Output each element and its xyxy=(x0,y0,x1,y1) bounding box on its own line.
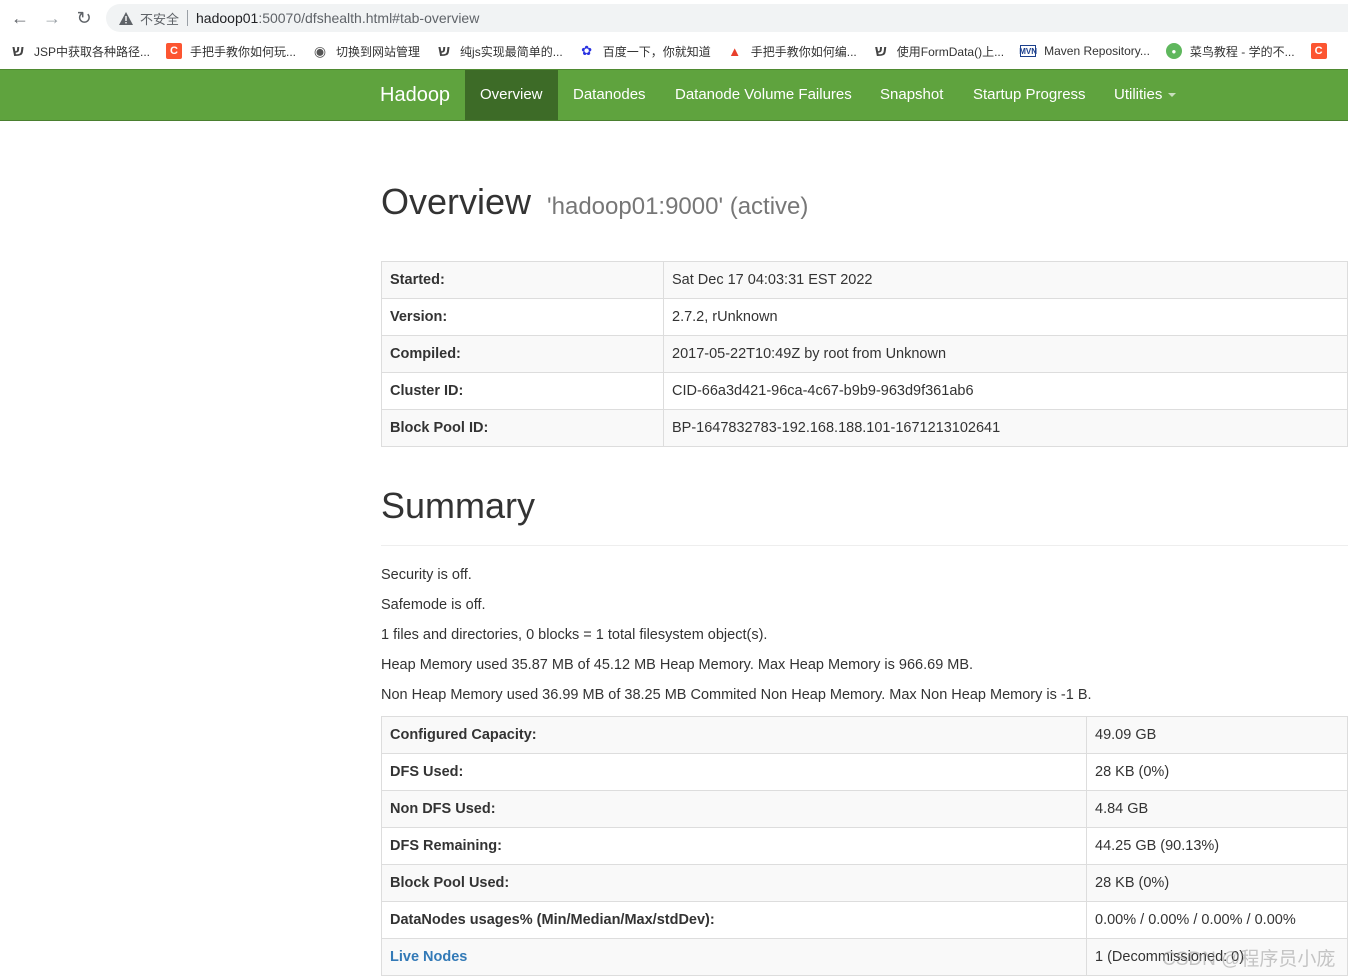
bookmark-label: 百度一下，你就知道 xyxy=(602,44,711,59)
table-row: Non DFS Used: 4.84 GB xyxy=(381,790,1348,828)
row-key: Block Pool ID: xyxy=(381,409,664,447)
row-key: Live Nodes xyxy=(381,938,1087,976)
heap-memory: Heap Memory used 35.87 MB of 45.12 MB He… xyxy=(381,657,974,673)
baidu-icon: ✿ xyxy=(581,43,593,58)
table-row: DataNodes usages% (Min/Median/Max/stdDev… xyxy=(381,901,1348,939)
bookmark-item[interactable]: C xyxy=(1310,43,1335,59)
row-key: Cluster ID: xyxy=(381,372,664,410)
row-key: Compiled: xyxy=(381,335,664,373)
row-key: Non DFS Used: xyxy=(381,790,1087,828)
watermark: CSDN @程序员小庞 xyxy=(1162,949,1336,970)
bookmark-label: Maven Repository... xyxy=(1044,44,1150,58)
tab-snapshot[interactable]: Snapshot xyxy=(865,70,958,120)
table-row: Cluster ID: CID-66a3d421-96ca-4c67-b9b9-9… xyxy=(381,372,1348,410)
csdn-icon: C xyxy=(1310,43,1327,59)
filesystem-objects: 1 files and directories, 0 blocks = 1 to… xyxy=(381,627,768,643)
summary-title: Summary xyxy=(381,485,536,526)
caret-down-icon xyxy=(1168,93,1177,98)
forward-arrow-icon[interactable]: → xyxy=(38,4,66,32)
divider xyxy=(381,545,1348,546)
row-value: 0.00% / 0.00% / 0.00% / 0.00% xyxy=(1086,901,1348,939)
row-value: Sat Dec 17 04:03:31 EST 2022 xyxy=(663,261,1348,299)
brand-logo[interactable]: Hadoop xyxy=(380,70,450,120)
bookmark-label: 手把手教你如何玩... xyxy=(190,44,297,59)
url-host: hadoop01 xyxy=(196,10,259,26)
back-arrow-icon[interactable]: ← xyxy=(6,4,34,32)
row-value: 2.7.2, rUnknown xyxy=(663,298,1348,336)
address-bar[interactable]: 不安全 hadoop01:50070/dfshealth.html#tab-ov… xyxy=(106,4,1348,32)
bookmark-label: 纯js实现最简单的... xyxy=(460,44,563,59)
row-value: 28 KB (0%) xyxy=(1086,753,1348,791)
fire-icon: ▲ xyxy=(728,43,742,59)
warning-icon[interactable] xyxy=(118,10,134,26)
bookmark-label: 切换到网站管理 xyxy=(336,44,421,59)
hadoop-navbar: Hadoop Overview Datanodes Datanode Volum… xyxy=(0,69,1348,121)
tab-datanodes[interactable]: Datanodes xyxy=(558,70,661,120)
bookmark-item[interactable]: ✿ 百度一下，你就知道 xyxy=(579,43,711,60)
security-status: Security is off. xyxy=(381,567,472,583)
table-row: DFS Remaining: 44.25 GB (90.13%) xyxy=(381,827,1348,865)
bookmark-item[interactable]: MVN Maven Repository... xyxy=(1019,44,1150,58)
tab-utilities[interactable]: Utilities xyxy=(1099,70,1191,120)
insecure-label: 不安全 xyxy=(140,11,180,27)
table-row: Configured Capacity: 49.09 GB xyxy=(381,716,1348,754)
browser-toolbar: ← → ↻ 不安全 hadoop01:50070/dfshealth.html#… xyxy=(0,0,1348,36)
tab-startup-progress[interactable]: Startup Progress xyxy=(958,70,1101,120)
bookmark-item[interactable]: ש 使用FormData()上... xyxy=(873,43,1004,60)
bookmark-item[interactable]: ◉ 切换到网站管理 xyxy=(312,43,420,60)
table-row: Block Pool ID: BP-1647832783-192.168.188.… xyxy=(381,409,1348,447)
tab-datanode-volume-failures[interactable]: Datanode Volume Failures xyxy=(660,70,867,120)
reload-icon[interactable]: ↻ xyxy=(70,4,98,32)
row-value: 2017-05-22T10:49Z by root from Unknown xyxy=(663,335,1348,373)
row-value: 4.84 GB xyxy=(1086,790,1348,828)
row-key: Started: xyxy=(381,261,664,299)
table-row: Started: Sat Dec 17 04:03:31 EST 2022 xyxy=(381,261,1348,299)
bookmark-label: 手把手教你如何编... xyxy=(750,44,857,59)
overview-subtitle: 'hadoop01:9000' (active) xyxy=(547,193,809,220)
row-value: BP-1647832783-192.168.188.101-1671213102… xyxy=(663,409,1348,447)
row-key: DFS Used: xyxy=(381,753,1087,791)
summary-table: Configured Capacity: 49.09 GB DFS Used: 28… xyxy=(381,716,1348,976)
bookmark-label: JSP中获取各种路径... xyxy=(34,44,151,59)
runoob-icon: ● xyxy=(1165,43,1182,59)
row-value: 49.09 GB xyxy=(1086,716,1348,754)
divider xyxy=(187,10,189,26)
row-value: 28 KB (0%) xyxy=(1086,864,1348,902)
globe-icon: ◉ xyxy=(313,42,327,59)
row-key: DFS Remaining: xyxy=(381,827,1087,865)
row-value: 44.25 GB (90.13%) xyxy=(1086,827,1348,865)
url-path: :50070/dfshealth.html#tab-overview xyxy=(258,10,480,26)
bookmark-item[interactable]: C 手把手教你如何玩... xyxy=(166,43,296,60)
script-icon: ש xyxy=(874,42,887,60)
bookmark-item[interactable]: ש 纯js实现最简单的... xyxy=(436,43,563,60)
non-heap-memory: Non Heap Memory used 36.99 MB of 38.25 M… xyxy=(381,687,1092,703)
csdn-icon: C xyxy=(166,43,183,59)
row-key: DataNodes usages% (Min/Median/Max/stdDev… xyxy=(381,901,1087,939)
bookmark-label: 使用FormData()上... xyxy=(896,44,1005,59)
bookmark-item[interactable]: ● 菜鸟教程 - 学的不... xyxy=(1165,43,1295,60)
table-row: Compiled: 2017-05-22T10:49Z by root from … xyxy=(381,335,1348,373)
script-icon: ש xyxy=(11,42,25,60)
overview-table: Started: Sat Dec 17 04:03:31 EST 2022 Ver… xyxy=(381,261,1348,447)
mvn-icon: MVN xyxy=(1019,45,1037,57)
row-value: CID-66a3d421-96ca-4c67-b9b9-963d9f361ab6 xyxy=(663,372,1348,410)
tab-overview[interactable]: Overview xyxy=(465,70,558,120)
row-key: Version: xyxy=(381,298,664,336)
bookmark-item[interactable]: ש JSP中获取各种路径... xyxy=(10,43,150,60)
tab-utilities-label: Utilities xyxy=(1114,86,1163,103)
table-row: Version: 2.7.2, rUnknown xyxy=(381,298,1348,336)
safemode-status: Safemode is off. xyxy=(381,597,486,613)
table-row: Block Pool Used: 28 KB (0%) xyxy=(381,864,1348,902)
script-icon: ש xyxy=(438,42,451,60)
overview-title: Overview xyxy=(381,181,532,222)
bookmarks-bar: ש JSP中获取各种路径... C 手把手教你如何玩... ◉ 切换到网站管理 ש 纯j… xyxy=(0,36,1348,66)
row-key: Block Pool Used: xyxy=(381,864,1087,902)
row-key: Configured Capacity: xyxy=(381,716,1087,754)
table-row: DFS Used: 28 KB (0%) xyxy=(381,753,1348,791)
page-title: Overview 'hadoop01:9000' (active) xyxy=(381,181,808,223)
bookmark-item[interactable]: ▲ 手把手教你如何编... xyxy=(727,43,857,60)
bookmark-label: 菜鸟教程 - 学的不... xyxy=(1189,44,1295,59)
live-nodes-link[interactable]: Live Nodes xyxy=(390,949,467,965)
